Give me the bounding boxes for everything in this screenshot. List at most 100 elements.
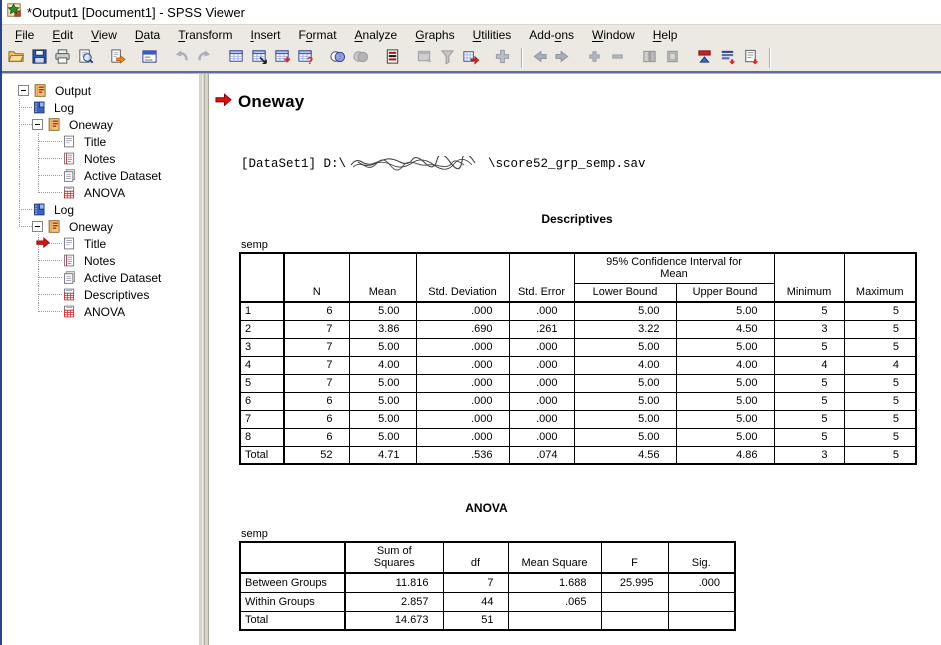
promote-output-button[interactable] [693, 47, 716, 69]
table-cell: .536 [416, 446, 509, 464]
panel-splitter[interactable] [198, 73, 209, 645]
open-icon [8, 48, 25, 68]
menu-graphs[interactable]: Graphs [406, 26, 463, 44]
toolbar-group [491, 47, 514, 69]
tree-item-oneway[interactable]: Oneway [12, 218, 198, 235]
hide-output-button[interactable] [661, 47, 684, 69]
save-button[interactable] [28, 47, 51, 69]
table-row: 865.00.000.0005.005.0055 [240, 428, 916, 446]
tree-expander-collapse[interactable] [32, 119, 43, 130]
table-cell: .000 [509, 338, 574, 356]
tree-item-log[interactable]: Log [12, 99, 198, 116]
tree-item-notes[interactable]: Notes [12, 252, 198, 269]
table-cell: 4 [844, 356, 916, 374]
tree-item-anova[interactable]: ANOVA [12, 303, 198, 320]
table-cell: 7 [284, 338, 349, 356]
value-labels-button[interactable] [459, 47, 482, 69]
designate-window-button[interactable] [349, 47, 372, 69]
goto-data-button[interactable] [225, 47, 248, 69]
insert-heading-button[interactable] [716, 47, 739, 69]
toolbar-group [528, 47, 574, 69]
toolbar-group: ? [225, 47, 317, 69]
tree-item-title[interactable]: Title [12, 133, 198, 150]
move-selection-button[interactable] [491, 47, 514, 69]
tree-item-output[interactable]: Output [12, 82, 198, 99]
redo-button[interactable] [193, 47, 216, 69]
table-cell: .000 [416, 356, 509, 374]
menu-analyze[interactable]: Analyze [346, 26, 407, 44]
table-cell: 6 [284, 302, 349, 320]
menu-format[interactable]: Format [290, 26, 346, 44]
tree-expander-collapse[interactable] [18, 85, 29, 96]
tree-item-active-dataset[interactable]: Active Dataset [12, 269, 198, 286]
book-icon [47, 117, 63, 133]
insert-text-button[interactable] [739, 47, 762, 69]
tree-item-title[interactable]: Title [12, 235, 198, 252]
use-sets-button[interactable] [381, 47, 404, 69]
table-cell: 5.00 [349, 428, 416, 446]
table-cell: 4.00 [676, 356, 774, 374]
print-preview-button[interactable] [74, 47, 97, 69]
menu-data[interactable]: Data [126, 26, 169, 44]
tree-item-anova[interactable]: ANOVA [12, 184, 198, 201]
tree-expander-collapse[interactable] [32, 221, 43, 232]
show-output-button[interactable] [638, 47, 661, 69]
table-cell: .000 [509, 356, 574, 374]
descriptives-table[interactable]: NMeanStd. DeviationStd. Error95% Confide… [239, 252, 917, 465]
app-icon [6, 2, 22, 23]
table-cell: 5 [844, 428, 916, 446]
table-cell: .000 [509, 392, 574, 410]
title-icon [62, 134, 78, 150]
row-label: Between Groups [240, 573, 345, 592]
menu-view[interactable]: View [82, 26, 126, 44]
menu-add-ons[interactable]: Add-ons [520, 26, 583, 44]
menu-insert[interactable]: Insert [241, 26, 289, 44]
undo-button[interactable] [170, 47, 193, 69]
table-cell: 5 [774, 302, 844, 320]
menu-help[interactable]: Help [644, 26, 687, 44]
goto-case-button[interactable] [248, 47, 271, 69]
anova-table[interactable]: Sum of SquaresdfMean SquareFSig.Between … [239, 541, 736, 631]
print-button[interactable] [51, 47, 74, 69]
goto-chart-button[interactable] [413, 47, 436, 69]
variable-info-button[interactable]: ? [294, 47, 317, 69]
row-label: 6 [240, 392, 284, 410]
tree-guide [32, 269, 62, 286]
row-label: Total [240, 446, 284, 464]
select-cases-button[interactable] [436, 47, 459, 69]
tree-item-notes[interactable]: Notes [12, 150, 198, 167]
expand-output-button[interactable] [583, 47, 606, 69]
tree-guide [12, 286, 32, 303]
menu-file[interactable]: File [6, 26, 43, 44]
collapse-output-button[interactable] [606, 47, 629, 69]
recall-dialog-button[interactable] [138, 47, 161, 69]
table-cell: 4.56 [574, 446, 676, 464]
previous-output-button[interactable] [528, 47, 551, 69]
tree-guide [32, 235, 62, 252]
table-icon [62, 304, 78, 320]
find-objects-button[interactable] [326, 47, 349, 69]
insert-variables-button[interactable] [271, 47, 294, 69]
table-cell: .000 [416, 410, 509, 428]
tree-item-active-dataset[interactable]: Active Dataset [12, 167, 198, 184]
menu-window[interactable]: Window [583, 26, 644, 44]
tree-item-oneway[interactable]: Oneway [12, 116, 198, 133]
table-cell: 5.00 [574, 374, 676, 392]
table-cell: 5.00 [574, 428, 676, 446]
open-button[interactable] [5, 47, 28, 69]
table-cell: .000 [416, 302, 509, 320]
export-button[interactable] [106, 47, 129, 69]
next-output-button[interactable] [551, 47, 574, 69]
tree-item-descriptives[interactable]: Descriptives [12, 286, 198, 303]
export-icon [109, 48, 126, 68]
next-output-icon [554, 48, 571, 68]
menu-edit[interactable]: Edit [43, 26, 82, 44]
menu-utilities[interactable]: Utilities [464, 26, 521, 44]
column-header: 95% Confidence Interval for Mean [574, 253, 774, 284]
expand-output-icon [586, 48, 603, 68]
book-icon [33, 83, 49, 99]
menu-transform[interactable]: Transform [169, 26, 241, 44]
tree-item-log[interactable]: Log [12, 201, 198, 218]
table-cell: 3 [774, 446, 844, 464]
table-row: Total524.71.536.0744.564.8635 [240, 446, 916, 464]
